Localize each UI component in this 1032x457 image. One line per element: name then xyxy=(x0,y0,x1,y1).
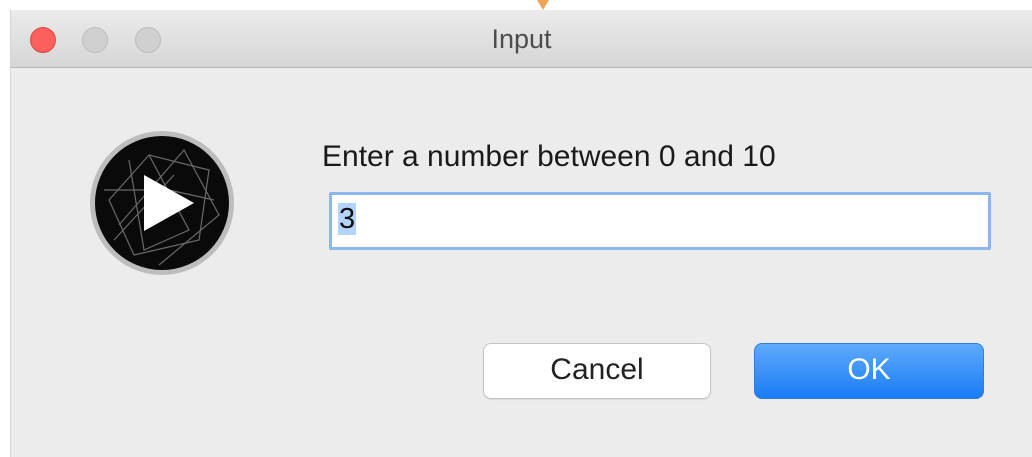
number-input[interactable]: 3 xyxy=(329,192,991,250)
pointer-marker xyxy=(537,0,549,10)
play-logo-icon xyxy=(90,131,234,275)
window-title: Input xyxy=(491,24,552,54)
ok-button[interactable]: OK xyxy=(754,343,984,399)
cancel-button[interactable]: Cancel xyxy=(483,343,711,399)
prompt-label: Enter a number between 0 and 10 xyxy=(322,140,776,173)
screen: Input Enter a number between 0 and 10 3 … xyxy=(0,0,1032,457)
title-bar: Input xyxy=(11,10,1032,68)
input-value: 3 xyxy=(338,203,357,235)
input-dialog-window: Input Enter a number between 0 and 10 3 … xyxy=(10,10,1032,457)
